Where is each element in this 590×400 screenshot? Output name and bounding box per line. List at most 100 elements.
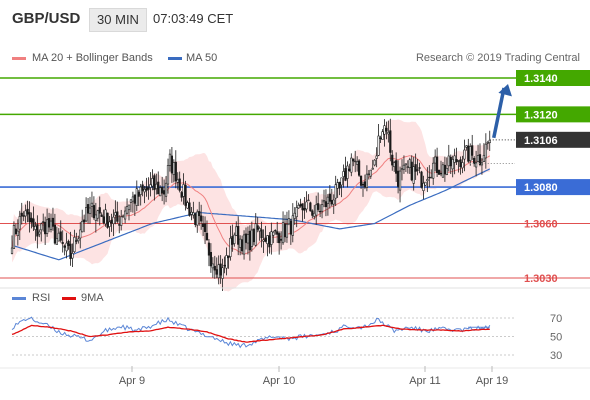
candle-body — [246, 234, 250, 244]
x-tick-label: Apr 10 — [263, 375, 295, 387]
candle-body — [412, 166, 415, 184]
candle-body — [291, 215, 294, 236]
candle-body — [356, 161, 359, 165]
candle-body — [453, 155, 456, 163]
candle-body — [303, 208, 306, 211]
candle-body — [178, 178, 181, 191]
candle-body — [172, 162, 175, 175]
candle-body — [422, 182, 425, 191]
candle-body — [391, 154, 394, 166]
candle-body — [217, 264, 220, 279]
candle-body — [260, 229, 263, 239]
rsi-tick-30: 30 — [550, 350, 562, 362]
candle-body — [85, 207, 88, 222]
price-chart: 1.3140 1.3120 1.3106 1.3080 1.3060 1.3030 70 50… — [0, 70, 590, 387]
candle-body — [426, 179, 429, 182]
candle-body — [112, 216, 115, 225]
candle-body — [348, 168, 351, 172]
candle-body — [55, 238, 58, 245]
candle-body — [307, 199, 310, 202]
candle-body — [86, 204, 90, 214]
candle-body — [250, 229, 253, 247]
candle-body — [459, 159, 462, 168]
candle-body — [274, 230, 277, 232]
candle-body — [57, 232, 60, 242]
candle-body — [311, 210, 314, 216]
candle-body — [434, 156, 437, 164]
candle-body — [223, 264, 226, 267]
candle-body — [340, 177, 343, 186]
candle-body — [10, 247, 14, 254]
candle-body — [20, 212, 23, 217]
candle-body — [248, 230, 252, 251]
candle-body — [449, 156, 452, 167]
candle-body — [92, 205, 95, 219]
candle-body — [203, 223, 207, 232]
candle-body — [22, 215, 25, 217]
candle-body — [44, 221, 47, 235]
candle-body — [182, 184, 185, 197]
price-label-1.3106: 1.3106 — [524, 135, 558, 147]
candle-body — [168, 153, 172, 166]
price-label-1.3120: 1.3120 — [524, 109, 558, 121]
candle-body — [164, 182, 168, 197]
candle-body — [227, 255, 230, 259]
candle-body — [387, 132, 390, 135]
price-label-1.3060: 1.3060 — [524, 218, 558, 230]
candle-body — [129, 199, 133, 203]
candle-body — [65, 242, 68, 252]
candle-body — [287, 218, 291, 225]
candle-body — [61, 242, 64, 244]
candle-body — [116, 211, 119, 222]
candle-body — [383, 125, 386, 135]
candle-body — [79, 229, 82, 239]
rsi-tick-50: 50 — [550, 332, 562, 344]
candle-body — [221, 267, 224, 279]
candle-body — [424, 181, 427, 186]
candle-body — [279, 238, 283, 241]
candle-body — [437, 169, 441, 175]
candle-body — [408, 159, 411, 168]
candle-body — [192, 212, 195, 216]
candle-body — [473, 157, 476, 165]
candle-body — [40, 223, 43, 231]
candle-body — [285, 223, 289, 238]
candle-body — [233, 234, 236, 244]
candle-body — [235, 226, 238, 236]
candle-body — [435, 156, 439, 173]
candle-body — [18, 216, 21, 230]
candle-body — [344, 168, 347, 181]
candle-body — [476, 155, 480, 162]
candle-body — [443, 164, 447, 175]
candle-body — [166, 165, 170, 185]
candle-body — [67, 240, 70, 246]
candle-body — [317, 203, 320, 210]
candle-body — [90, 202, 94, 207]
candle-body — [213, 265, 216, 271]
candle-body — [219, 263, 222, 276]
candle-body — [270, 231, 273, 245]
candle-body — [416, 169, 419, 171]
candle-body — [471, 145, 474, 156]
candle-body — [100, 214, 103, 217]
candle-body — [108, 221, 111, 227]
candle-body — [180, 192, 183, 198]
rsi-series-rsi — [11, 316, 491, 349]
candle-body — [98, 207, 101, 214]
candle-body — [24, 210, 27, 217]
x-tick-label: Apr 11 — [409, 375, 441, 387]
candle-body — [338, 181, 341, 189]
candle-body — [47, 218, 51, 228]
candle-body — [118, 224, 121, 226]
candle-body — [402, 164, 406, 170]
candle-body — [309, 202, 312, 212]
candle-body — [465, 145, 468, 148]
candle-body — [225, 255, 228, 269]
candle-body — [143, 188, 146, 193]
candle-body — [237, 225, 240, 245]
candle-body — [122, 215, 125, 218]
candle-body — [336, 182, 339, 189]
candle-body — [334, 184, 337, 199]
candle-body — [137, 191, 140, 197]
candle-body — [59, 231, 62, 241]
